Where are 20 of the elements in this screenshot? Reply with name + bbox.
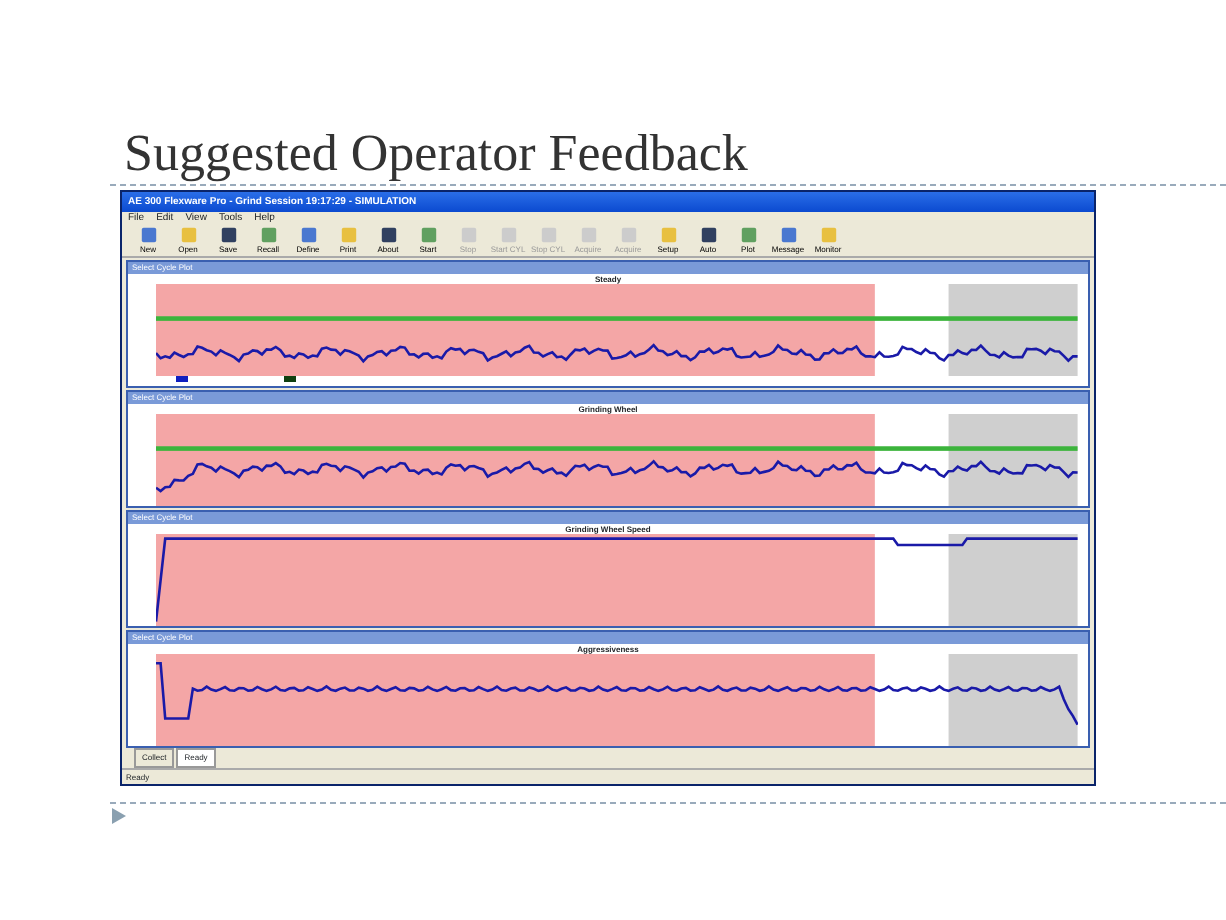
toolbar-icon: [379, 226, 397, 244]
toolbar-icon: [419, 226, 437, 244]
toolbar-icon: [339, 226, 357, 244]
toolbar-icon: [259, 226, 277, 244]
toolbar-icon: [539, 226, 557, 244]
toolbar-icon: [819, 226, 837, 244]
toolbar-icon: [499, 226, 517, 244]
toolbar-icon: [139, 226, 157, 244]
toolbar-icon: [739, 226, 757, 244]
toolbar-icon: [179, 226, 197, 244]
toolbar-icon: [779, 226, 797, 244]
toolbar-icon: [219, 226, 237, 244]
toolbar-icon: [619, 226, 637, 244]
slide-title: Suggested Operator Feedback: [124, 124, 750, 184]
toolbar-icon: [659, 226, 677, 244]
toolbar-icon: [699, 226, 717, 244]
toolbar-icon: [459, 226, 477, 244]
bullet-icon: [112, 808, 126, 824]
toolbar-icon: [579, 226, 597, 244]
toolbar-icon: [299, 226, 317, 244]
